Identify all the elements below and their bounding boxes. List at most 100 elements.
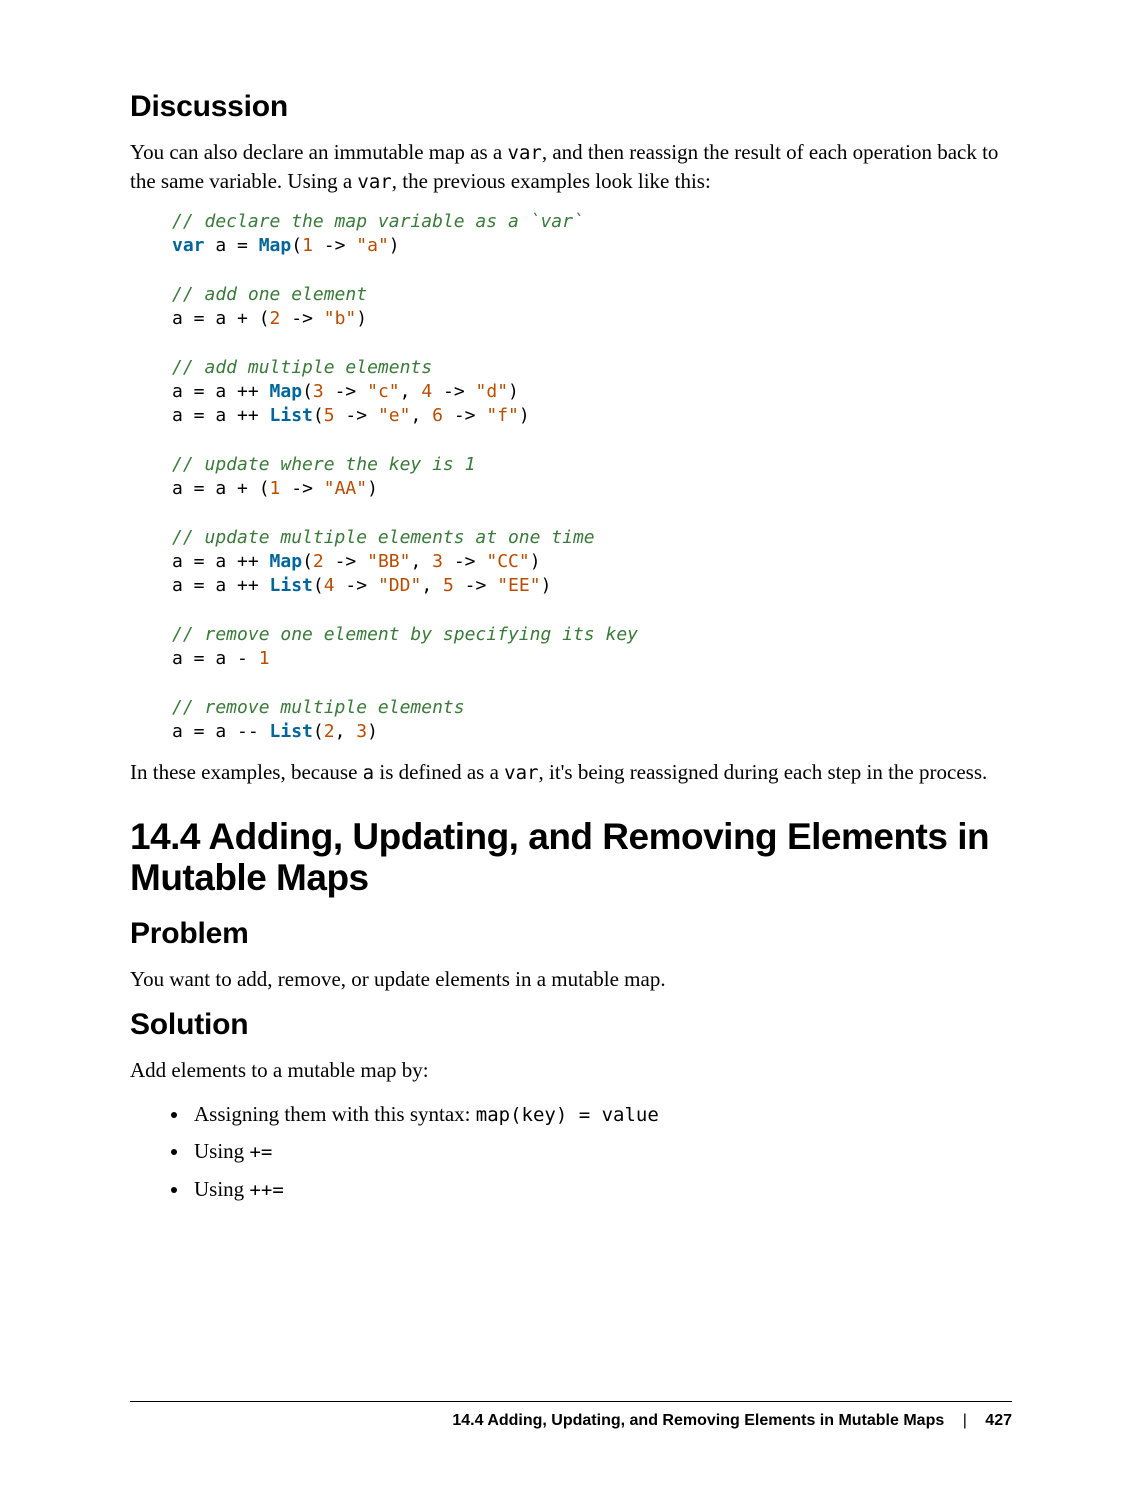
solution-intro: Add elements to a mutable map by: — [130, 1056, 1012, 1085]
code-type: List — [270, 721, 313, 742]
code-text: a = a - — [172, 648, 259, 669]
code-string: "AA" — [324, 478, 367, 499]
code-text: a = a ++ — [172, 405, 270, 426]
code-text: , — [335, 721, 357, 742]
code-text: -> — [280, 308, 323, 329]
code-number: 4 — [421, 381, 432, 402]
code-text: a = a + ( — [172, 308, 270, 329]
code-text: -> — [443, 405, 486, 426]
code-text: ) — [530, 551, 541, 572]
code-comment: // declare the map variable as a `var` — [172, 211, 584, 232]
code-number: 2 — [270, 308, 281, 329]
code-text: a = — [205, 235, 259, 256]
inline-code: var — [357, 171, 391, 193]
code-text: , — [410, 551, 432, 572]
code-text: ) — [367, 721, 378, 742]
code-text: a = a -- — [172, 721, 270, 742]
text: , the previous examples look like this: — [392, 169, 711, 193]
code-text: ( — [313, 575, 324, 596]
code-text: ) — [367, 478, 378, 499]
code-string: "CC" — [486, 551, 529, 572]
code-type: List — [270, 575, 313, 596]
code-text: , — [421, 575, 443, 596]
code-number: 2 — [313, 551, 324, 572]
code-text: ) — [508, 381, 519, 402]
code-comment: // remove multiple elements — [172, 697, 465, 718]
code-string: "b" — [324, 308, 357, 329]
discussion-heading: Discussion — [130, 90, 1012, 124]
code-text: -> — [324, 381, 367, 402]
code-text: ( — [313, 721, 324, 742]
code-text: ) — [389, 235, 400, 256]
code-text: -> — [313, 235, 356, 256]
code-type: Map — [270, 381, 303, 402]
code-text: -> — [443, 551, 486, 572]
text: Using — [194, 1177, 249, 1201]
code-string: "BB" — [367, 551, 410, 572]
footer-separator: | — [949, 1412, 981, 1430]
inline-code: ++= — [249, 1179, 283, 1201]
inline-code: a — [363, 762, 374, 784]
code-text: ( — [313, 405, 324, 426]
code-number: 1 — [270, 478, 281, 499]
text: Assigning them with this syntax: — [194, 1102, 476, 1126]
code-block: // declare the map variable as a `var` v… — [172, 210, 1012, 745]
code-text: -> — [280, 478, 323, 499]
code-text: ) — [541, 575, 552, 596]
code-text: -> — [432, 381, 475, 402]
code-string: "EE" — [497, 575, 540, 596]
footer-title: 14.4 Adding, Updating, and Removing Elem… — [452, 1412, 944, 1429]
list-item: Using ++= — [190, 1174, 1012, 1206]
code-text: ( — [291, 235, 302, 256]
code-text: a = a ++ — [172, 381, 270, 402]
code-string: "a" — [356, 235, 389, 256]
list-item: Assigning them with this syntax: map(key… — [190, 1099, 1012, 1131]
code-string: "e" — [378, 405, 411, 426]
code-type: Map — [270, 551, 303, 572]
code-text: ( — [302, 551, 313, 572]
text: Using — [194, 1139, 249, 1163]
solution-heading: Solution — [130, 1008, 1012, 1042]
discussion-para-1: You can also declare an immutable map as… — [130, 138, 1012, 196]
code-type: Map — [259, 235, 292, 256]
page-footer: 14.4 Adding, Updating, and Removing Elem… — [130, 1401, 1012, 1430]
solution-bullets: Assigning them with this syntax: map(key… — [130, 1099, 1012, 1206]
code-text: ( — [302, 381, 313, 402]
code-number: 1 — [259, 648, 270, 669]
code-string: "c" — [367, 381, 400, 402]
inline-code: var — [504, 762, 538, 784]
code-keyword: var — [172, 235, 205, 256]
code-text: -> — [454, 575, 497, 596]
code-text: -> — [335, 405, 378, 426]
discussion-para-2: In these examples, because a is defined … — [130, 758, 1012, 787]
code-number: 5 — [443, 575, 454, 596]
code-number: 1 — [302, 235, 313, 256]
code-number: 3 — [356, 721, 367, 742]
inline-code: var — [508, 142, 542, 164]
code-string: "d" — [476, 381, 509, 402]
code-text: ) — [519, 405, 530, 426]
code-number: 3 — [313, 381, 324, 402]
code-type: List — [270, 405, 313, 426]
inline-code: += — [249, 1141, 272, 1163]
text: You can also declare an immutable map as… — [130, 140, 508, 164]
code-comment: // update multiple elements at one time — [172, 527, 595, 548]
code-text: , — [410, 405, 432, 426]
code-number: 6 — [432, 405, 443, 426]
text: is defined as a — [374, 760, 504, 784]
code-comment: // add multiple elements — [172, 357, 432, 378]
code-comment: // update where the key is 1 — [172, 454, 475, 475]
code-comment: // add one element — [172, 284, 367, 305]
text: In these examples, because — [130, 760, 363, 784]
recipe-heading: 14.4 Adding, Updating, and Removing Elem… — [130, 817, 1012, 898]
list-item: Using += — [190, 1136, 1012, 1168]
problem-text: You want to add, remove, or update eleme… — [130, 965, 1012, 994]
code-text: a = a + ( — [172, 478, 270, 499]
problem-heading: Problem — [130, 917, 1012, 951]
code-text: a = a ++ — [172, 551, 270, 572]
code-number: 3 — [432, 551, 443, 572]
code-string: "DD" — [378, 575, 421, 596]
footer-page-number: 427 — [985, 1412, 1012, 1429]
code-number: 4 — [324, 575, 335, 596]
code-comment: // remove one element by specifying its … — [172, 624, 638, 645]
